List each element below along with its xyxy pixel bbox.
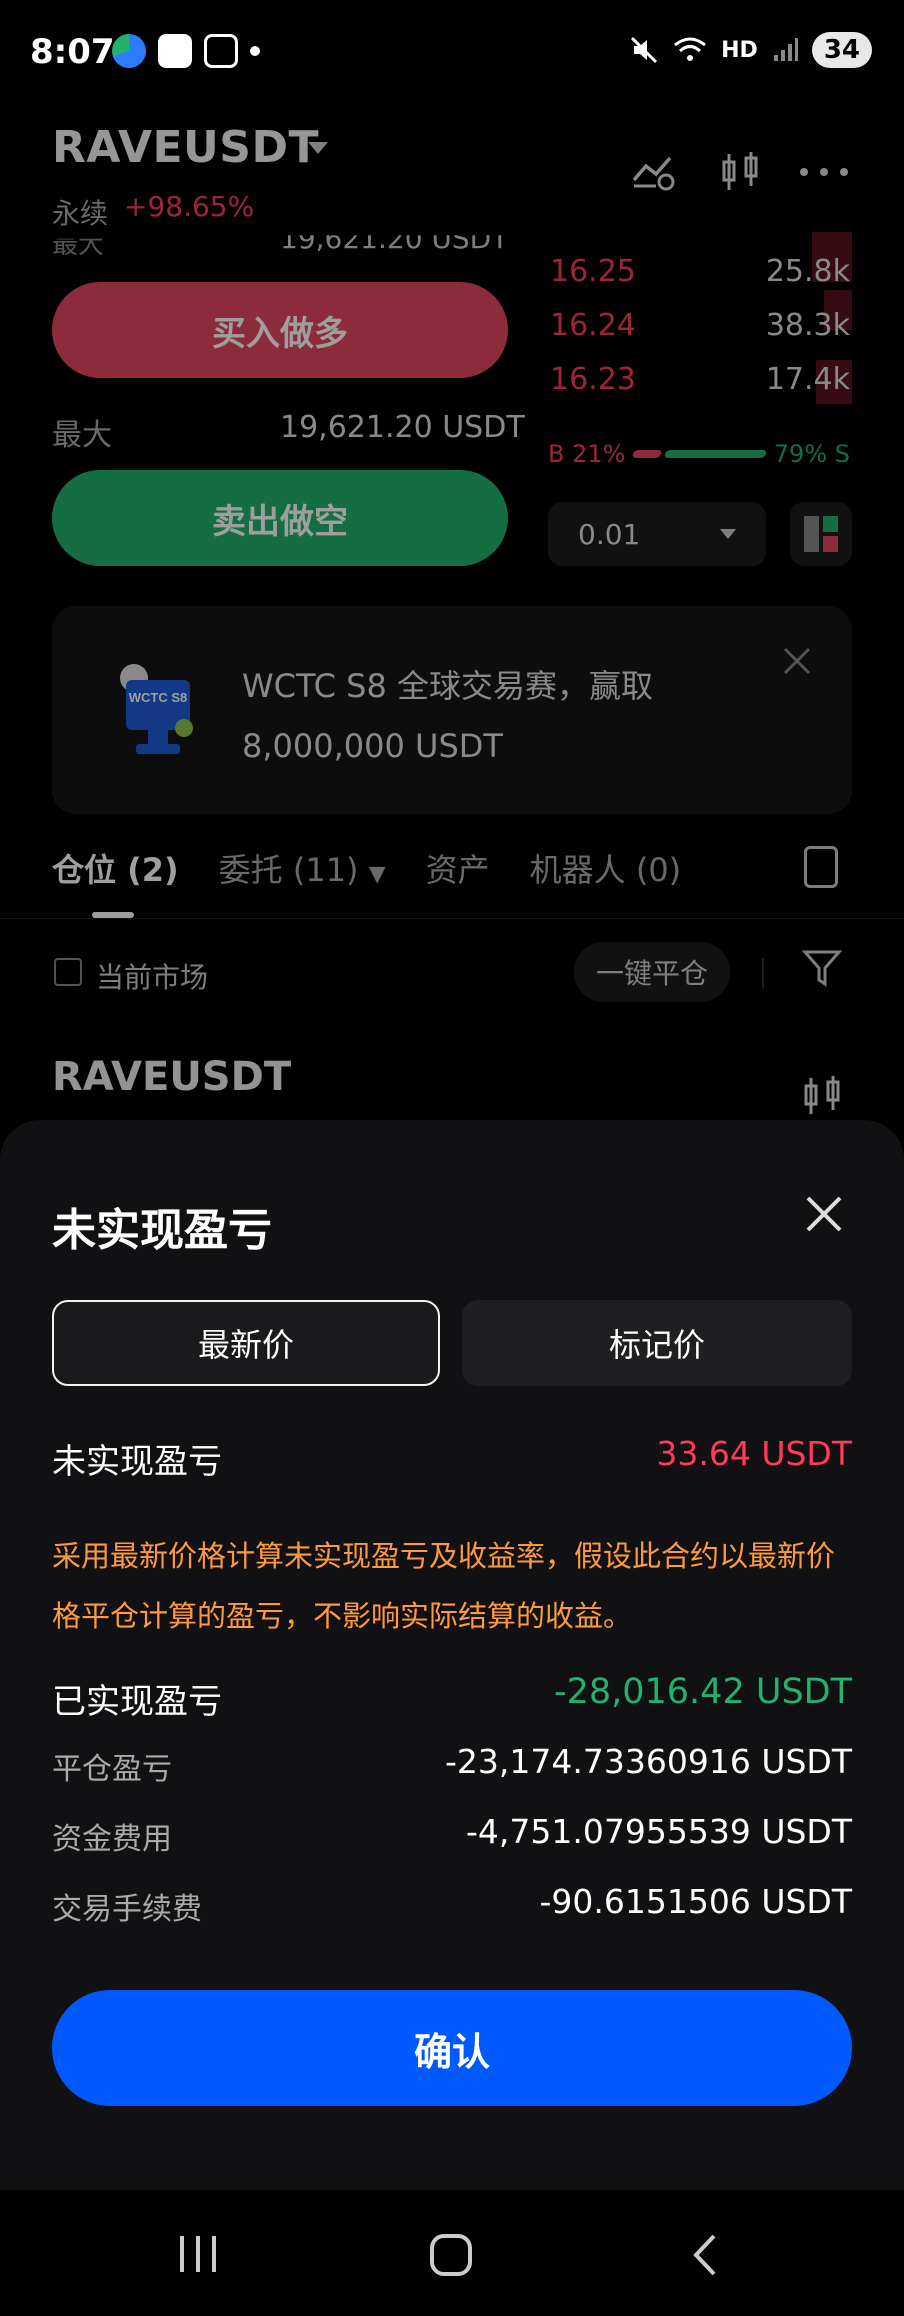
depth-precision-select[interactable]: 0.01 xyxy=(548,502,766,566)
filter-icon[interactable] xyxy=(802,948,842,988)
realized-pnl-label: 已实现盈亏 xyxy=(52,1682,222,1722)
close-icon[interactable] xyxy=(800,1190,848,1238)
perpetual-label: 永续 xyxy=(52,197,109,230)
buy-long-button[interactable]: 买入做多 xyxy=(52,282,508,378)
buy-ratio: B 21% xyxy=(548,440,626,468)
position-tabs: 仓位 (2) 委托 (11) ▼ 资产 机器人 (0) xyxy=(52,845,681,891)
unrealized-pnl-label: 未实现盈亏 xyxy=(52,1442,222,1482)
pair-title[interactable]: RAVEUSDT xyxy=(52,122,319,173)
funding-fee-value: -4,751.07955539 USDT xyxy=(466,1812,852,1851)
candlestick-icon[interactable] xyxy=(718,150,762,194)
ask-qty: 38.3k xyxy=(765,308,850,343)
battery-indicator: 34 xyxy=(811,32,872,68)
current-market-checkbox[interactable] xyxy=(54,958,82,986)
realized-pnl-value: -28,016.42 USDT xyxy=(553,1672,852,1712)
tab-positions[interactable]: 仓位 (2) xyxy=(52,845,179,891)
ask-price: 16.25 xyxy=(550,254,636,289)
back-icon[interactable] xyxy=(690,2232,720,2278)
chart-toggle-icon[interactable] xyxy=(630,152,678,192)
mute-icon xyxy=(631,36,658,64)
price-change: +98.65% xyxy=(124,190,255,223)
unrealized-pnl-value: 33.64 USDT xyxy=(656,1434,852,1473)
close-pnl-value: -23,174.73360916 USDT xyxy=(445,1742,852,1781)
orderbook-row[interactable]: 16.24 38.3k xyxy=(550,308,850,343)
confirm-button[interactable]: 确认 xyxy=(52,1990,852,2106)
sell-short-button[interactable]: 卖出做空 xyxy=(52,470,508,566)
pnl-explanation: 采用最新价格计算未实现盈亏及收益率，假设此合约以最新价格平仓计算的盈亏，不影响实… xyxy=(52,1539,836,1633)
scan-notification-icon xyxy=(204,34,238,68)
logo-text: WCTC S8 xyxy=(129,690,188,705)
more-notifications-dot xyxy=(250,46,260,56)
ask-price: 16.23 xyxy=(550,362,636,397)
recent-apps-icon[interactable] xyxy=(176,2232,220,2276)
tab-assets[interactable]: 资产 xyxy=(426,845,490,891)
banner-line1: WCTC S8 全球交易赛，赢取 xyxy=(242,667,654,705)
pair-dropdown-icon[interactable] xyxy=(308,142,328,154)
segment-mark-price[interactable]: 标记价 xyxy=(462,1300,852,1386)
divider xyxy=(762,958,764,988)
network-label: HD xyxy=(721,37,758,63)
ask-qty: 25.8k xyxy=(765,254,850,289)
status-time: 8:07 xyxy=(30,32,115,72)
ratio-bar xyxy=(631,450,768,458)
status-right: HD 34 xyxy=(629,32,872,68)
history-document-icon[interactable] xyxy=(804,846,838,888)
orderbook-row[interactable]: 16.23 17.4k xyxy=(550,362,850,397)
orderbook-layout-icon[interactable] xyxy=(790,502,852,566)
sell-ratio: 79% S xyxy=(773,440,850,468)
trading-fee-label: 交易手续费 xyxy=(52,1892,202,1927)
status-notification-icons xyxy=(112,34,260,68)
app-notification-icon xyxy=(112,34,146,68)
banner-text: WCTC S8 全球交易赛，赢取 8,000,000 USDT xyxy=(242,656,653,776)
close-all-button[interactable]: 一键平仓 xyxy=(574,942,730,1002)
tab-orders[interactable]: 委托 (11) ▼ xyxy=(219,845,386,891)
trophy-logo-icon: WCTC S8 xyxy=(120,664,193,754)
close-pnl-label: 平仓盈亏 xyxy=(52,1752,172,1787)
ask-qty: 17.4k xyxy=(765,362,850,397)
funding-fee-label: 资金费用 xyxy=(52,1822,172,1857)
position-symbol[interactable]: RAVEUSDT xyxy=(52,1054,291,1100)
max-value-cut: 19,621.20 USDT xyxy=(280,222,509,255)
chevron-down-icon: ▼ xyxy=(368,862,386,887)
qr-notification-icon xyxy=(158,34,192,68)
chevron-down-icon xyxy=(720,529,736,539)
candlestick-icon[interactable] xyxy=(800,1074,844,1118)
signal-icon xyxy=(773,38,798,61)
more-icon[interactable] xyxy=(798,166,850,178)
ask-price: 16.24 xyxy=(550,308,636,343)
max-label: 最大 xyxy=(52,418,112,453)
banner-line2: 8,000,000 USDT xyxy=(242,727,503,765)
divider xyxy=(0,918,904,919)
tab-orders-label: 委托 (11) xyxy=(218,851,359,889)
trading-fee-value: -90.6151506 USDT xyxy=(539,1882,852,1921)
orderbook-row[interactable]: 16.25 25.8k xyxy=(550,254,850,289)
depth-value: 0.01 xyxy=(578,517,641,551)
home-icon[interactable] xyxy=(428,2232,474,2278)
segment-latest-price[interactable]: 最新价 xyxy=(52,1300,440,1386)
banner-close-icon[interactable] xyxy=(782,646,812,676)
sheet-title: 未实现盈亏 xyxy=(52,1205,272,1256)
buy-sell-ratio: B 21% 79% S xyxy=(548,440,850,468)
max-value: 19,621.20 USDT xyxy=(280,410,525,445)
tab-bots[interactable]: 机器人 (0) xyxy=(530,845,682,891)
current-market-label: 当前市场 xyxy=(96,961,209,994)
wifi-icon xyxy=(674,37,707,61)
